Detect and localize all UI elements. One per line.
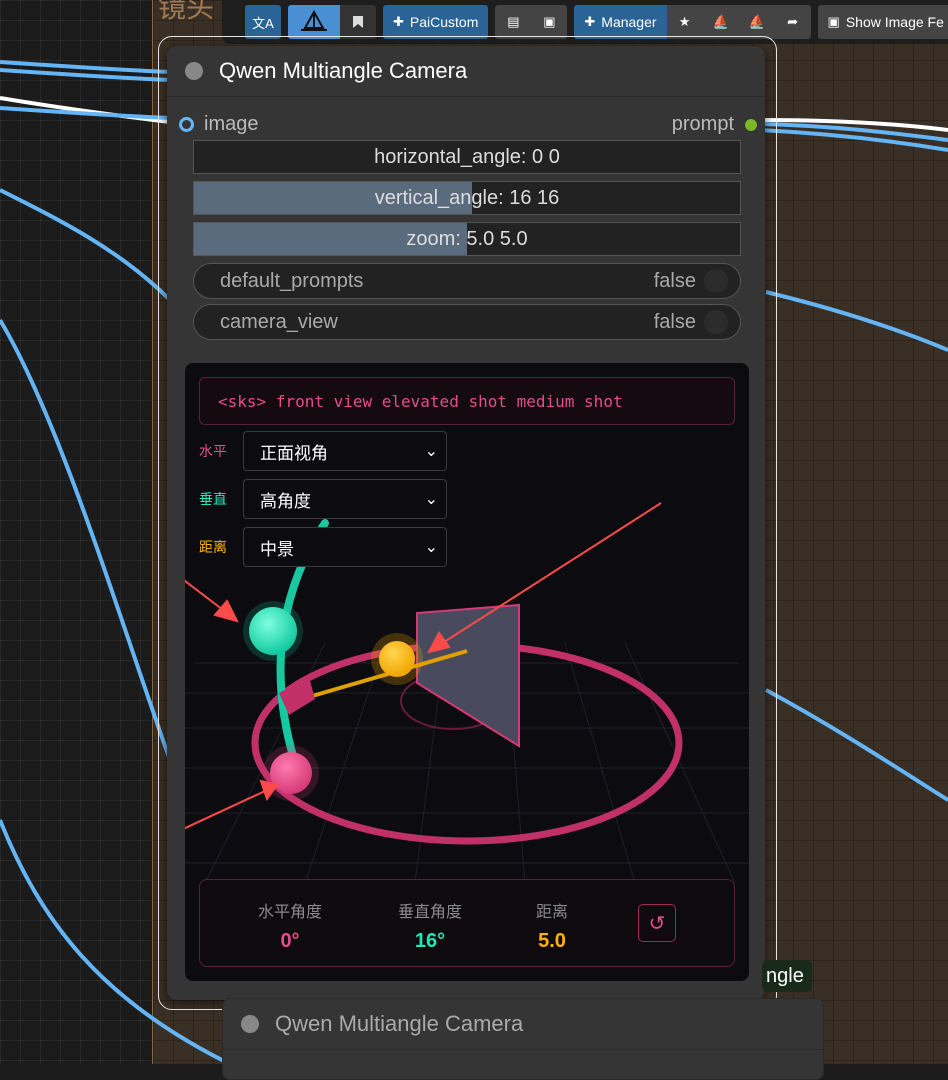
reset-button[interactable]: ↺ [638, 904, 676, 942]
chevron-down-icon: ⌄ [424, 443, 438, 460]
distance-label: 距离 [199, 539, 227, 555]
bookmark-button[interactable] [340, 5, 376, 39]
stat-label: 水平角度 [257, 904, 322, 921]
show-image-label: Show Image Fe [845, 14, 944, 30]
default-prompts-toggle[interactable]: default_prompts false [193, 263, 741, 299]
share-button[interactable]: ➦ [774, 5, 811, 39]
save-icon: ▣ [543, 14, 556, 29]
toggle-knob[interactable] [704, 269, 728, 293]
angle-stats-panel: 水平角度 0° 垂直角度 16° 距离 5.0 ↺ [199, 879, 735, 967]
group-title: 镜头 [158, 0, 215, 23]
toggle-label: default_prompts [220, 269, 364, 292]
reset-icon: ↺ [648, 912, 666, 935]
horizontal-label: 水平 [199, 443, 227, 459]
node-header[interactable]: Qwen Multiangle Camera [167, 46, 765, 97]
vertical-label: 垂直 [199, 491, 227, 507]
input-label: image [204, 113, 259, 135]
translate-button[interactable]: 文A [245, 5, 281, 39]
slider-label: horizontal_angle: 0 0 [374, 145, 560, 168]
distance-select-row: 距离 中景 ⌄ [199, 527, 447, 567]
stat-label: 距离 [535, 904, 568, 921]
horizontal-select-row: 水平 正面视角 ⌄ [199, 431, 447, 471]
stack-icon: ▤ [507, 14, 520, 29]
toggle-value: false [653, 310, 696, 333]
camera-view-panel[interactable]: <sks> front view elevated shot medium sh… [185, 363, 749, 981]
chevron-down-icon: ⌄ [424, 491, 438, 508]
node-title: Qwen Multiangle Camera [219, 58, 468, 83]
camera-view-toggle[interactable]: camera_view false [193, 304, 741, 340]
image-icon: ▣ [827, 14, 840, 29]
vertical-select-row: 垂直 高角度 ⌄ [199, 479, 447, 519]
share-icon: ➦ [787, 14, 798, 29]
input-dot[interactable] [179, 117, 194, 132]
collapse-toggle[interactable] [185, 62, 203, 80]
vertical-view-select[interactable]: 高角度 ⌄ [243, 479, 447, 519]
generated-prompt-text: <sks> front view elevated shot medium sh… [199, 377, 735, 425]
model-button-2[interactable]: ⛵ [738, 5, 775, 39]
vertical-handle[interactable] [249, 607, 297, 655]
chevron-down-icon: ⌄ [424, 539, 438, 556]
node-header[interactable]: Qwen Multiangle Camera [223, 999, 823, 1050]
output-slot-prompt[interactable]: prompt [672, 113, 758, 136]
ship-logo-icon [301, 10, 327, 31]
collapse-toggle[interactable] [241, 1015, 259, 1033]
horizontal-angle-slider[interactable]: horizontal_angle: 0 0 [193, 140, 741, 174]
select-value: 正面视角 [260, 443, 328, 463]
slider-label: vertical_angle: 16 16 [374, 186, 560, 209]
qwen-multiangle-camera-node[interactable]: Qwen Multiangle Camera image prompt hori… [167, 46, 765, 1000]
show-image-feed-button[interactable]: ▣ Show Image Fe [817, 5, 948, 39]
paicustom-label: PaiCustom [409, 14, 479, 30]
output-label: prompt [671, 113, 734, 135]
star-icon: ★ [678, 14, 691, 29]
distance-stat: 距离 5.0 [502, 898, 602, 953]
model-button-1[interactable]: ⛵ [702, 5, 739, 39]
distance-select[interactable]: 中景 ⌄ [243, 527, 447, 567]
toggle-knob[interactable] [704, 310, 728, 334]
target-handle[interactable] [379, 641, 415, 677]
vertical-angle-stat: 垂直角度 16° [380, 898, 480, 953]
horizontal-angle-stat: 水平角度 0° [240, 898, 340, 953]
bookmark-icon [353, 16, 363, 28]
select-value: 中景 [260, 539, 294, 559]
star-button[interactable]: ★ [666, 5, 703, 39]
ship-icon: ⛵ [748, 14, 765, 29]
puzzle-icon: ✚ [393, 14, 404, 29]
slider-label: zoom: 5.0 5.0 [406, 227, 528, 250]
vertical-angle-slider[interactable]: vertical_angle: 16 16 [193, 181, 741, 215]
save-button[interactable]: ▣ [531, 5, 568, 39]
translate-icon: 文A [252, 15, 274, 31]
node-title: Qwen Multiangle Camera [275, 1011, 524, 1036]
manager-button[interactable]: ✚ Manager [574, 5, 667, 39]
toggle-label: camera_view [220, 310, 338, 333]
stat-label: 垂直角度 [397, 904, 462, 921]
zoom-slider[interactable]: zoom: 5.0 5.0 [193, 222, 741, 256]
horizontal-view-select[interactable]: 正面视角 ⌄ [243, 431, 447, 471]
manager-label: Manager [601, 14, 657, 30]
stat-value: 16° [414, 930, 446, 952]
stat-value: 0° [280, 930, 300, 952]
input-slot-image[interactable]: image [179, 113, 258, 136]
logo-button[interactable] [288, 5, 340, 39]
output-dot[interactable] [744, 117, 758, 132]
ship-icon: ⛵ [712, 14, 729, 29]
paicustom-button[interactable]: ✚ PaiCustom [383, 5, 489, 39]
stat-value: 5.0 [538, 930, 566, 952]
select-value: 高角度 [260, 491, 311, 511]
toggle-value: false [653, 269, 696, 292]
node-badge: ngle [762, 960, 812, 992]
history-button[interactable]: ▤ [495, 5, 532, 39]
puzzle-icon: ✚ [584, 14, 596, 29]
qwen-multiangle-camera-node-2[interactable]: Qwen Multiangle Camera [222, 998, 824, 1080]
